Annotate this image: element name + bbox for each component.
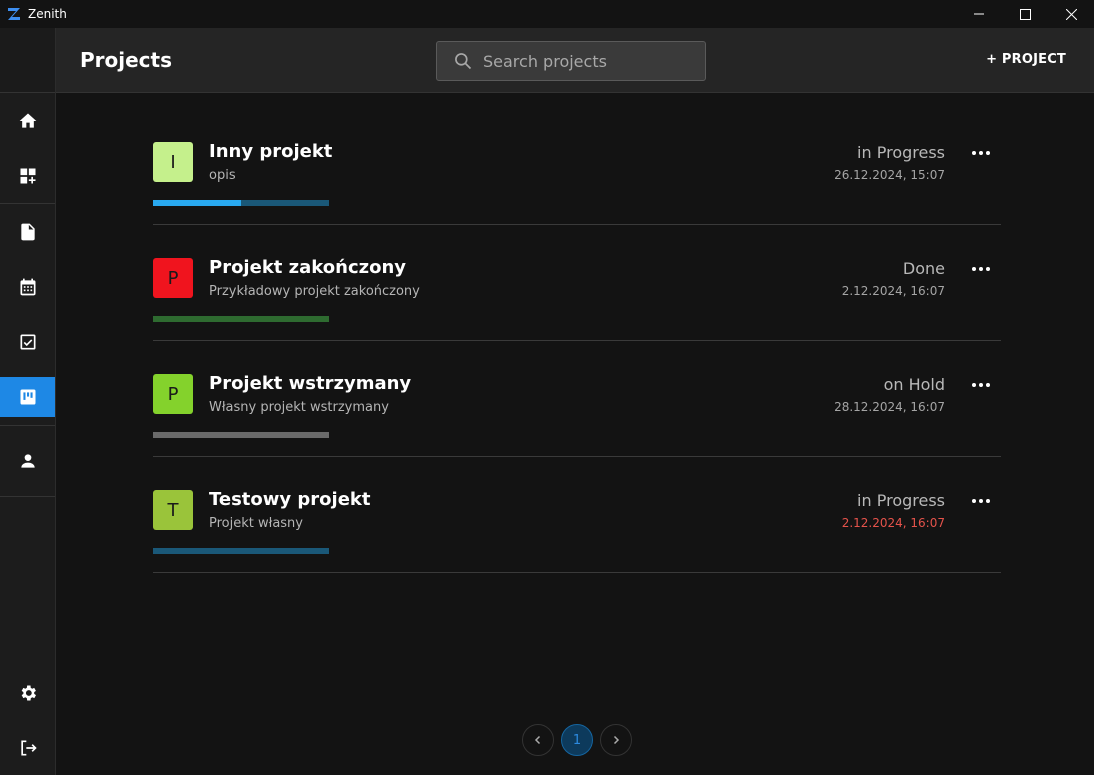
close-icon [1065,8,1077,20]
project-name[interactable]: Projekt zakończony [209,257,406,278]
project-date: 2.12.2024, 16:07 [841,284,945,298]
project-name[interactable]: Inny projekt [209,141,332,162]
project-progress-bar [153,316,329,322]
project-date: 26.12.2024, 15:07 [834,168,945,182]
person-icon [20,454,35,468]
more-options-button[interactable] [971,145,991,161]
sidebar-group-user [0,426,55,497]
more-options-button[interactable] [971,493,991,509]
logout-icon [20,740,37,755]
project-progress-bar [153,548,329,554]
project-avatar: P [153,258,193,298]
window-titlebar: Zenith [0,0,1094,28]
gear-icon [21,685,36,700]
project-date: 28.12.2024, 16:07 [834,400,945,414]
sidebar-item-tasks[interactable] [0,314,55,369]
project-status: in Progress [857,143,945,162]
project-progress-fill [153,200,241,206]
main-content: I Inny projekt opis in Progress 26.12.20… [56,93,1094,775]
sidebar-header [0,28,55,93]
project-avatar: P [153,374,193,414]
sidebar-item-logout[interactable] [0,720,55,775]
project-progress-bar [153,432,329,438]
page-header: Projects + PROJECT [56,28,1094,93]
project-name[interactable]: Projekt wstrzymany [209,373,411,394]
project-description: Przykładowy projekt zakończony [209,284,420,299]
home-icon [19,113,36,128]
project-row[interactable]: P Projekt wstrzymany Własny projekt wstr… [153,341,1001,457]
project-description: Projekt własny [209,516,303,531]
project-row[interactable]: P Projekt zakończony Przykładowy projekt… [153,225,1001,341]
sidebar-item-dashboard-add[interactable] [0,148,55,203]
calendar-icon [20,278,35,295]
project-description: opis [209,168,236,183]
search-icon [455,53,472,70]
dashboard-add-icon [20,168,35,183]
minimize-icon [974,13,984,15]
window-title: Zenith [28,7,67,21]
project-avatar: T [153,490,193,530]
project-row[interactable]: T Testowy projekt Projekt własny in Prog… [153,457,1001,573]
chevron-right-icon [613,735,620,745]
sidebar-item-documents[interactable] [0,204,55,259]
maximize-icon [1019,8,1031,20]
minimize-button[interactable] [956,0,1002,28]
search-box[interactable] [436,41,706,81]
pagination: 1 [522,724,632,756]
prev-page-button[interactable] [522,724,554,756]
close-button[interactable] [1048,0,1094,28]
more-options-button[interactable] [971,377,991,393]
project-name[interactable]: Testowy projekt [209,489,371,510]
sidebar-item-projects[interactable] [0,377,55,417]
sidebar-item-calendar[interactable] [0,259,55,314]
search-input[interactable] [483,51,683,71]
kanban-icon [20,389,35,405]
checkbox-icon [20,334,35,349]
page-number-button[interactable]: 1 [561,724,593,756]
sidebar [0,28,56,775]
project-status: in Progress [857,491,945,510]
sidebar-group-main [0,93,55,204]
maximize-button[interactable] [1002,0,1048,28]
more-options-button[interactable] [971,261,991,277]
zenith-logo-icon [7,7,21,21]
sidebar-item-profile[interactable] [0,426,55,496]
project-progress-fill [153,316,329,322]
add-project-button[interactable]: + PROJECT [986,52,1066,67]
project-status: on Hold [883,375,945,394]
project-date: 2.12.2024, 16:07 [841,516,945,530]
sidebar-item-settings[interactable] [0,665,55,720]
project-avatar: I [153,142,193,182]
sidebar-item-home[interactable] [0,93,55,148]
project-row[interactable]: I Inny projekt opis in Progress 26.12.20… [153,109,1001,225]
chevron-left-icon [534,735,541,745]
document-icon [20,223,35,240]
project-list: I Inny projekt opis in Progress 26.12.20… [153,109,1001,573]
project-description: Własny projekt wstrzymany [209,400,389,415]
page-title: Projects [80,48,173,72]
project-progress-bar [153,200,329,206]
next-page-button[interactable] [600,724,632,756]
project-progress-fill [153,432,329,438]
sidebar-group-tools [0,204,55,426]
project-status: Done [902,259,945,278]
